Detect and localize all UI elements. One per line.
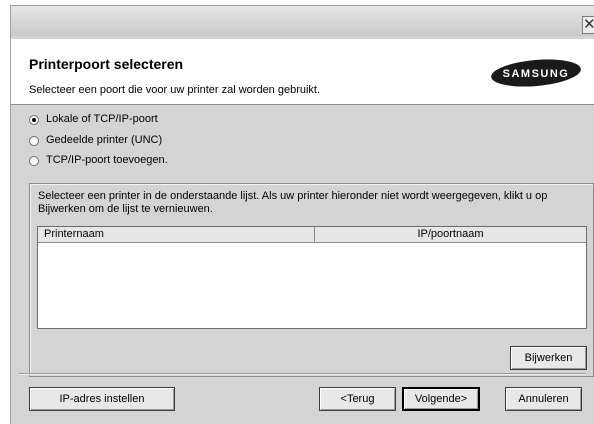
logo-text: SAMSUNG — [503, 68, 570, 80]
radio-label: Gedeelde printer (UNC) — [46, 134, 163, 146]
back-button[interactable]: <Terug — [319, 387, 396, 411]
printer-list-group: Selecteer een printer in de onderstaande… — [29, 183, 594, 377]
dialog-header: Printerpoort selecteren Selecteer een po… — [11, 39, 594, 105]
close-icon: ✕ — [583, 16, 594, 33]
column-header-ip-port-name[interactable]: IP/poortnaam — [315, 227, 586, 242]
next-button[interactable]: Volgende> — [402, 387, 480, 411]
radio-button[interactable] — [29, 115, 39, 125]
listview-header: Printernaam IP/poortnaam — [38, 227, 586, 243]
radio-label: Lokale of TCP/IP-poort — [46, 113, 158, 125]
page-title: Printerpoort selecteren — [29, 56, 184, 72]
radio-button[interactable] — [29, 136, 39, 146]
close-button[interactable]: ✕ — [582, 16, 594, 34]
printer-listview[interactable]: Printernaam IP/poortnaam — [37, 226, 587, 329]
footer-separator — [19, 373, 586, 375]
column-header-printer-name[interactable]: Printernaam — [38, 227, 315, 242]
installer-window: ✕ Printerpoort selecteren Selecteer een … — [10, 5, 594, 424]
set-ip-address-button[interactable]: IP-adres instellen — [29, 387, 175, 411]
radio-label: TCP/IP-poort toevoegen. — [46, 154, 168, 166]
samsung-logo: SAMSUNG — [491, 59, 581, 87]
page-subtitle: Selecteer een poort die voor uw printer … — [29, 84, 321, 96]
cancel-button[interactable]: Annuleren — [505, 387, 582, 411]
radio-button[interactable] — [29, 156, 39, 166]
refresh-button[interactable]: Bijwerken — [510, 346, 587, 370]
title-bar: ✕ — [11, 6, 594, 36]
list-instructions: Selecteer een printer in de onderstaande… — [38, 190, 548, 215]
